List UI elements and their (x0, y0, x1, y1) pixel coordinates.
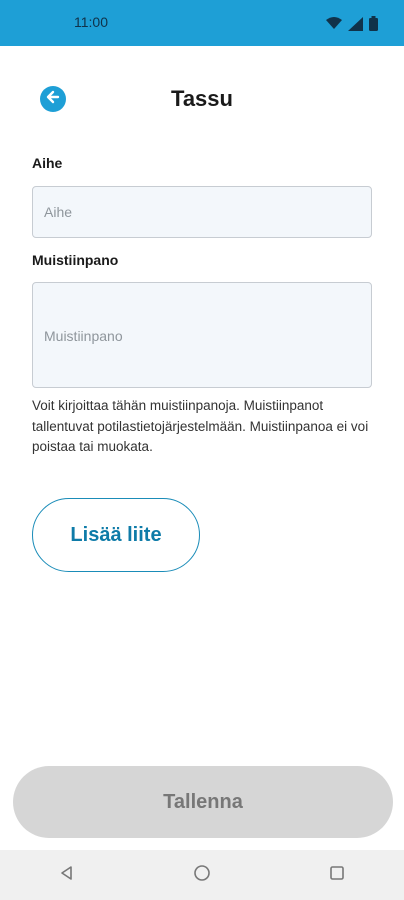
home-circle-icon (193, 864, 211, 887)
status-bar: 11:00 (0, 0, 404, 46)
nav-back-button[interactable] (37, 855, 97, 895)
battery-icon (369, 16, 378, 36)
save-button-label: Tallenna (163, 790, 243, 813)
status-icons (326, 16, 378, 36)
back-triangle-icon (59, 865, 75, 886)
status-time: 11:00 (74, 14, 108, 30)
subject-input[interactable] (32, 186, 372, 238)
note-help-text: Voit kirjoittaa tähän muistiinpanoja. Mu… (32, 398, 369, 454)
save-button[interactable]: Tallenna (13, 766, 393, 838)
wifi-icon (326, 17, 342, 35)
nav-home-button[interactable] (172, 855, 232, 895)
page-title: Tassu (171, 86, 233, 111)
note-label: Muistiinpano (32, 252, 119, 268)
signal-icon (348, 16, 363, 36)
subject-label: Aihe (32, 155, 63, 171)
system-nav-bar (0, 850, 404, 900)
note-textarea[interactable] (32, 282, 372, 388)
recents-square-icon (329, 865, 345, 886)
add-attachment-button[interactable]: Lisää liite (32, 498, 200, 572)
nav-recents-button[interactable] (307, 855, 367, 895)
add-attachment-label: Lisää liite (70, 523, 162, 546)
